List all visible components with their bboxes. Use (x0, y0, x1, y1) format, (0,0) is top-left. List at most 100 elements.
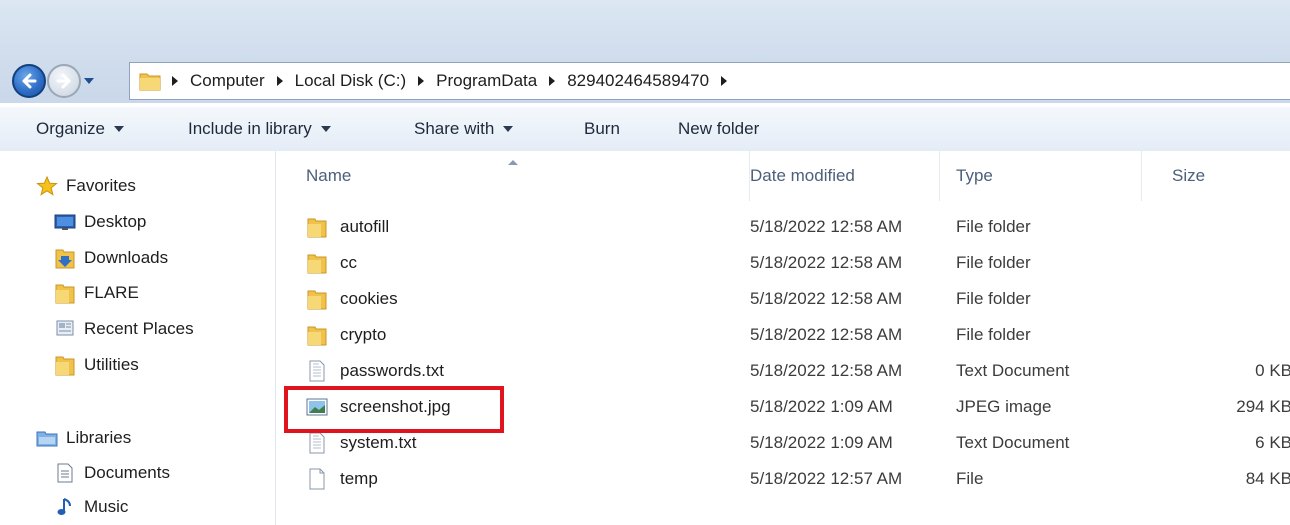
file-name-cell[interactable]: screenshot.jpg (306, 389, 451, 425)
file-size: 84 KB (1245, 469, 1290, 488)
image-file-icon (306, 396, 328, 418)
star-icon (36, 176, 58, 196)
column-header-name[interactable]: Name (296, 151, 750, 201)
file-type: Text Document (956, 433, 1070, 452)
breadcrumb-current-folder[interactable]: 829402464589470 (567, 71, 709, 91)
documents-icon (54, 463, 76, 483)
title-bar: Computer Local Disk (C:) ProgramData 829… (0, 0, 1290, 103)
burn-button[interactable]: Burn (584, 107, 620, 151)
breadcrumb-arrow-icon[interactable] (276, 76, 283, 86)
breadcrumb-arrow-icon[interactable] (721, 76, 728, 86)
column-header-type-label: Type (956, 166, 993, 185)
file-type: JPEG image (956, 397, 1052, 416)
breadcrumb-arrow-icon[interactable] (418, 76, 425, 86)
file-row[interactable]: passwords.txt 5/18/2022 12:58 AM Text Docu… (296, 353, 1290, 389)
file-date: 5/18/2022 12:58 AM (750, 289, 903, 308)
file-name-cell[interactable]: passwords.txt (306, 353, 444, 389)
organize-label: Organize (36, 119, 105, 138)
recent-pages-dropdown-icon[interactable] (83, 75, 95, 87)
nav-desktop[interactable]: Desktop (54, 212, 146, 232)
folder-icon (306, 288, 328, 310)
column-header-date-label: Date modified (750, 166, 855, 185)
breadcrumb-computer[interactable]: Computer (190, 71, 265, 91)
music-note-icon (54, 497, 76, 517)
nav-documents[interactable]: Documents (54, 463, 170, 483)
breadcrumb-programdata[interactable]: ProgramData (436, 71, 537, 91)
file-row[interactable]: autofill 5/18/2022 12:58 AM File folder (296, 209, 1290, 245)
file-size (1146, 317, 1290, 353)
file-name-cell[interactable]: cc (306, 245, 357, 281)
file-name: screenshot.jpg (340, 397, 451, 416)
nav-flare-label: FLARE (84, 283, 139, 302)
file-type: File folder (956, 217, 1031, 236)
breadcrumb: Computer Local Disk (C:) ProgramData 829… (172, 63, 739, 99)
file-list: Name Date modified Type Size autofill 5/1… (276, 151, 1290, 525)
recent-places-icon (54, 319, 76, 339)
nav-favorites[interactable]: Favorites (36, 176, 136, 196)
back-arrow-icon (22, 73, 37, 89)
breadcrumb-arrow-icon[interactable] (172, 76, 178, 86)
include-in-library-label: Include in library (188, 119, 312, 138)
folder-icon (54, 283, 76, 304)
file-name: cc (340, 253, 357, 272)
file-size: 294 KB (1236, 397, 1290, 416)
file-date: 5/18/2022 12:58 AM (750, 325, 903, 344)
nav-music[interactable]: Music (54, 497, 128, 517)
file-row[interactable]: temp 5/18/2022 12:57 AM File 84 KB (296, 461, 1290, 497)
file-row[interactable]: cookies 5/18/2022 12:58 AM File folder (296, 281, 1290, 317)
nav-downloads[interactable]: Downloads (54, 248, 169, 269)
column-header-type[interactable]: Type (946, 151, 1142, 201)
file-type: Text Document (956, 361, 1070, 380)
blank-file-icon (306, 468, 328, 490)
file-type: File folder (956, 289, 1031, 308)
command-toolbar: Organize Include in library Share with B… (0, 106, 1290, 152)
file-size (1146, 209, 1290, 245)
file-date: 5/18/2022 12:57 AM (750, 469, 903, 488)
file-row[interactable]: system.txt 5/18/2022 1:09 AM Text Document… (296, 425, 1290, 461)
folder-icon (306, 216, 328, 238)
chevron-down-icon (503, 126, 514, 132)
file-row[interactable]: cc 5/18/2022 12:58 AM File folder (296, 245, 1290, 281)
organize-menu[interactable]: Organize (36, 107, 124, 151)
new-folder-button[interactable]: New folder (678, 107, 759, 151)
libraries-icon (36, 428, 58, 448)
text-file-icon (306, 432, 328, 454)
nav-favorites-label: Favorites (66, 176, 136, 195)
burn-label: Burn (584, 119, 620, 138)
include-in-library-menu[interactable]: Include in library (188, 107, 331, 151)
file-name-cell[interactable]: temp (306, 461, 378, 497)
forward-arrow-icon (56, 73, 71, 89)
file-type: File (956, 469, 984, 488)
column-header-name-label: Name (306, 166, 352, 185)
file-row[interactable]: crypto 5/18/2022 12:58 AM File folder (296, 317, 1290, 353)
nav-libraries-label: Libraries (66, 428, 132, 447)
nav-downloads-label: Downloads (84, 248, 169, 267)
breadcrumb-arrow-icon[interactable] (549, 76, 556, 86)
file-name-cell[interactable]: cookies (306, 281, 398, 317)
file-name-cell[interactable]: system.txt (306, 425, 417, 461)
file-name-cell[interactable]: autofill (306, 209, 389, 245)
share-with-label: Share with (414, 119, 495, 138)
share-with-menu[interactable]: Share with (414, 107, 514, 151)
file-row[interactable]: screenshot.jpg 5/18/2022 1:09 AM JPEG imag… (296, 389, 1290, 425)
nav-flare[interactable]: FLARE (54, 283, 139, 304)
text-file-icon (306, 360, 328, 382)
breadcrumb-local-disk[interactable]: Local Disk (C:) (295, 71, 406, 91)
column-header-size[interactable]: Size (1162, 151, 1290, 201)
nav-music-label: Music (84, 497, 129, 516)
address-bar[interactable]: Computer Local Disk (C:) ProgramData 829… (129, 62, 1290, 100)
chevron-down-icon (320, 126, 331, 132)
nav-utilities[interactable]: Utilities (54, 355, 139, 376)
file-name: cookies (340, 289, 398, 308)
column-header-date-modified[interactable]: Date modified (740, 151, 940, 201)
forward-button[interactable] (47, 64, 81, 98)
back-button[interactable] (12, 64, 46, 98)
file-name: autofill (340, 217, 390, 236)
nav-desktop-label: Desktop (84, 212, 147, 231)
file-name-cell[interactable]: crypto (306, 317, 386, 353)
nav-recent-places[interactable]: Recent Places (54, 319, 194, 339)
folder-icon (306, 252, 328, 274)
file-size (1146, 245, 1290, 281)
nav-libraries[interactable]: Libraries (36, 428, 131, 448)
file-type: File folder (956, 325, 1031, 344)
